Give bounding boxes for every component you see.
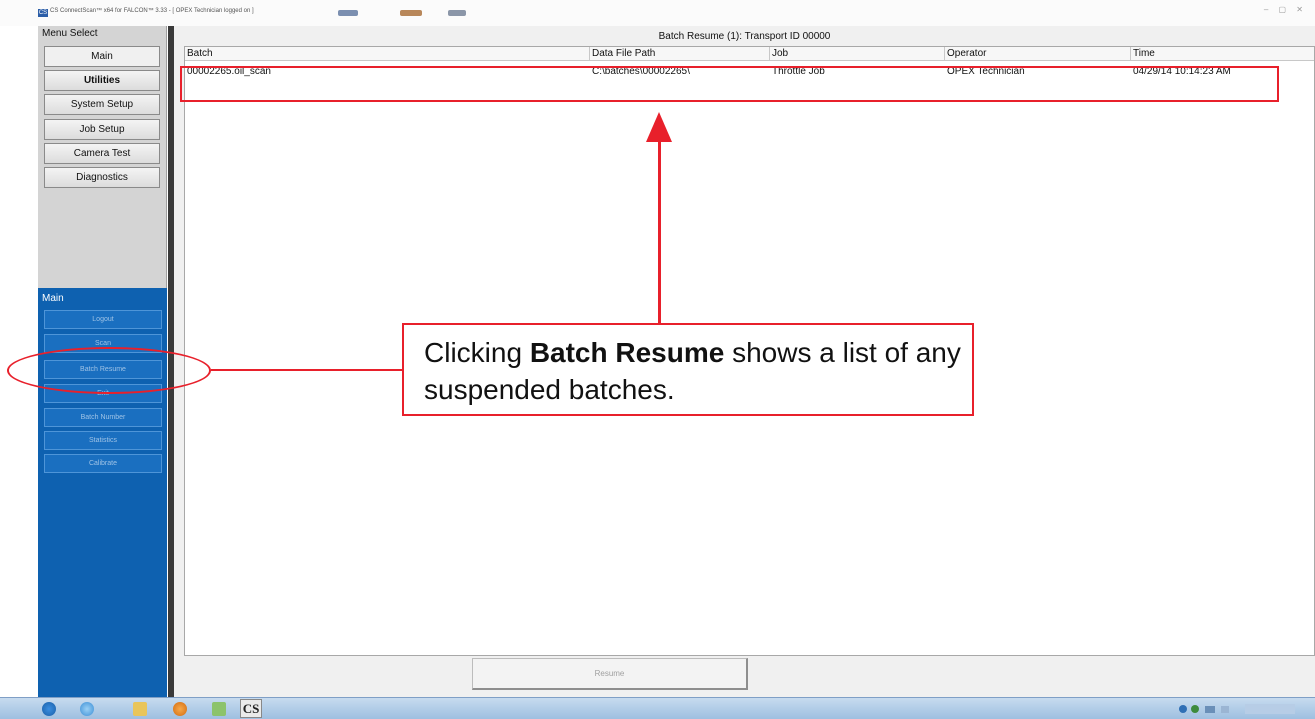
start-button-icon[interactable] <box>42 702 56 716</box>
windows-taskbar: CS <box>0 697 1315 719</box>
calibrate-button[interactable]: Calibrate <box>44 454 162 473</box>
file-explorer-icon[interactable] <box>133 702 147 716</box>
menu-button-camera-test[interactable]: Camera Test <box>44 143 160 164</box>
utility-icon[interactable] <box>212 702 226 716</box>
statistics-button[interactable]: Statistics <box>44 431 162 450</box>
callout-prefix: Clicking <box>424 337 523 368</box>
table-title: Batch Resume (1): Transport ID 00000 <box>658 31 831 42</box>
callout-bold: Batch Resume <box>529 337 725 368</box>
connectscan-taskbar-icon[interactable]: CS <box>240 699 262 718</box>
taskbar-preview-thumbnail <box>400 10 422 16</box>
column-header-job[interactable]: Job <box>770 47 945 61</box>
column-header-batch[interactable]: Batch <box>185 47 590 61</box>
menu-button-utilities[interactable]: Utilities <box>44 70 160 91</box>
media-player-icon[interactable] <box>173 702 187 716</box>
menu-button-main[interactable]: Main <box>44 46 160 67</box>
title-bar: CS CS ConnectScan™ x64 for FALCON™ 3.33 … <box>0 0 1315 26</box>
menu-button-system-setup[interactable]: System Setup <box>44 94 160 115</box>
taskbar-preview-thumbnail <box>338 10 358 16</box>
main-section-label: Main <box>42 293 64 304</box>
callout-connector-line <box>211 369 402 371</box>
taskbar-preview-thumbnail <box>448 10 466 16</box>
logout-button[interactable]: Logout <box>44 310 162 329</box>
app-icon: CS <box>38 9 48 17</box>
table-header: Batch Data File Path Job Operator Time <box>185 47 1314 61</box>
system-tray[interactable] <box>1175 702 1305 716</box>
row-highlight-annotation <box>180 66 1279 102</box>
batch-resume-highlight-ellipse <box>7 347 211 394</box>
window-title: CS ConnectScan™ x64 for FALCON™ 3.33 - [… <box>50 8 254 14</box>
window-controls[interactable]: ‒ ▢ ✕ <box>1264 5 1307 14</box>
annotation-arrow-up-icon <box>646 112 672 142</box>
tray-icons <box>1179 704 1295 714</box>
column-header-operator[interactable]: Operator <box>945 47 1131 61</box>
menu-select-label: Menu Select <box>42 28 98 39</box>
callout-text-box: Clicking Batch Resume shows a list of an… <box>402 323 974 416</box>
column-header-data-file-path[interactable]: Data File Path <box>590 47 770 61</box>
batch-number-button[interactable]: Batch Number <box>44 408 162 427</box>
internet-explorer-icon[interactable] <box>80 702 94 716</box>
column-header-time[interactable]: Time <box>1131 47 1315 61</box>
annotation-arrow-shaft <box>658 140 661 323</box>
menu-button-job-setup[interactable]: Job Setup <box>44 119 160 140</box>
application-window: CS CS ConnectScan™ x64 for FALCON™ 3.33 … <box>0 0 1315 719</box>
resume-button[interactable]: Resume <box>472 658 748 690</box>
menu-button-diagnostics[interactable]: Diagnostics <box>44 167 160 188</box>
menu-select-panel: Menu Select Main Utilities System Setup … <box>38 26 167 288</box>
